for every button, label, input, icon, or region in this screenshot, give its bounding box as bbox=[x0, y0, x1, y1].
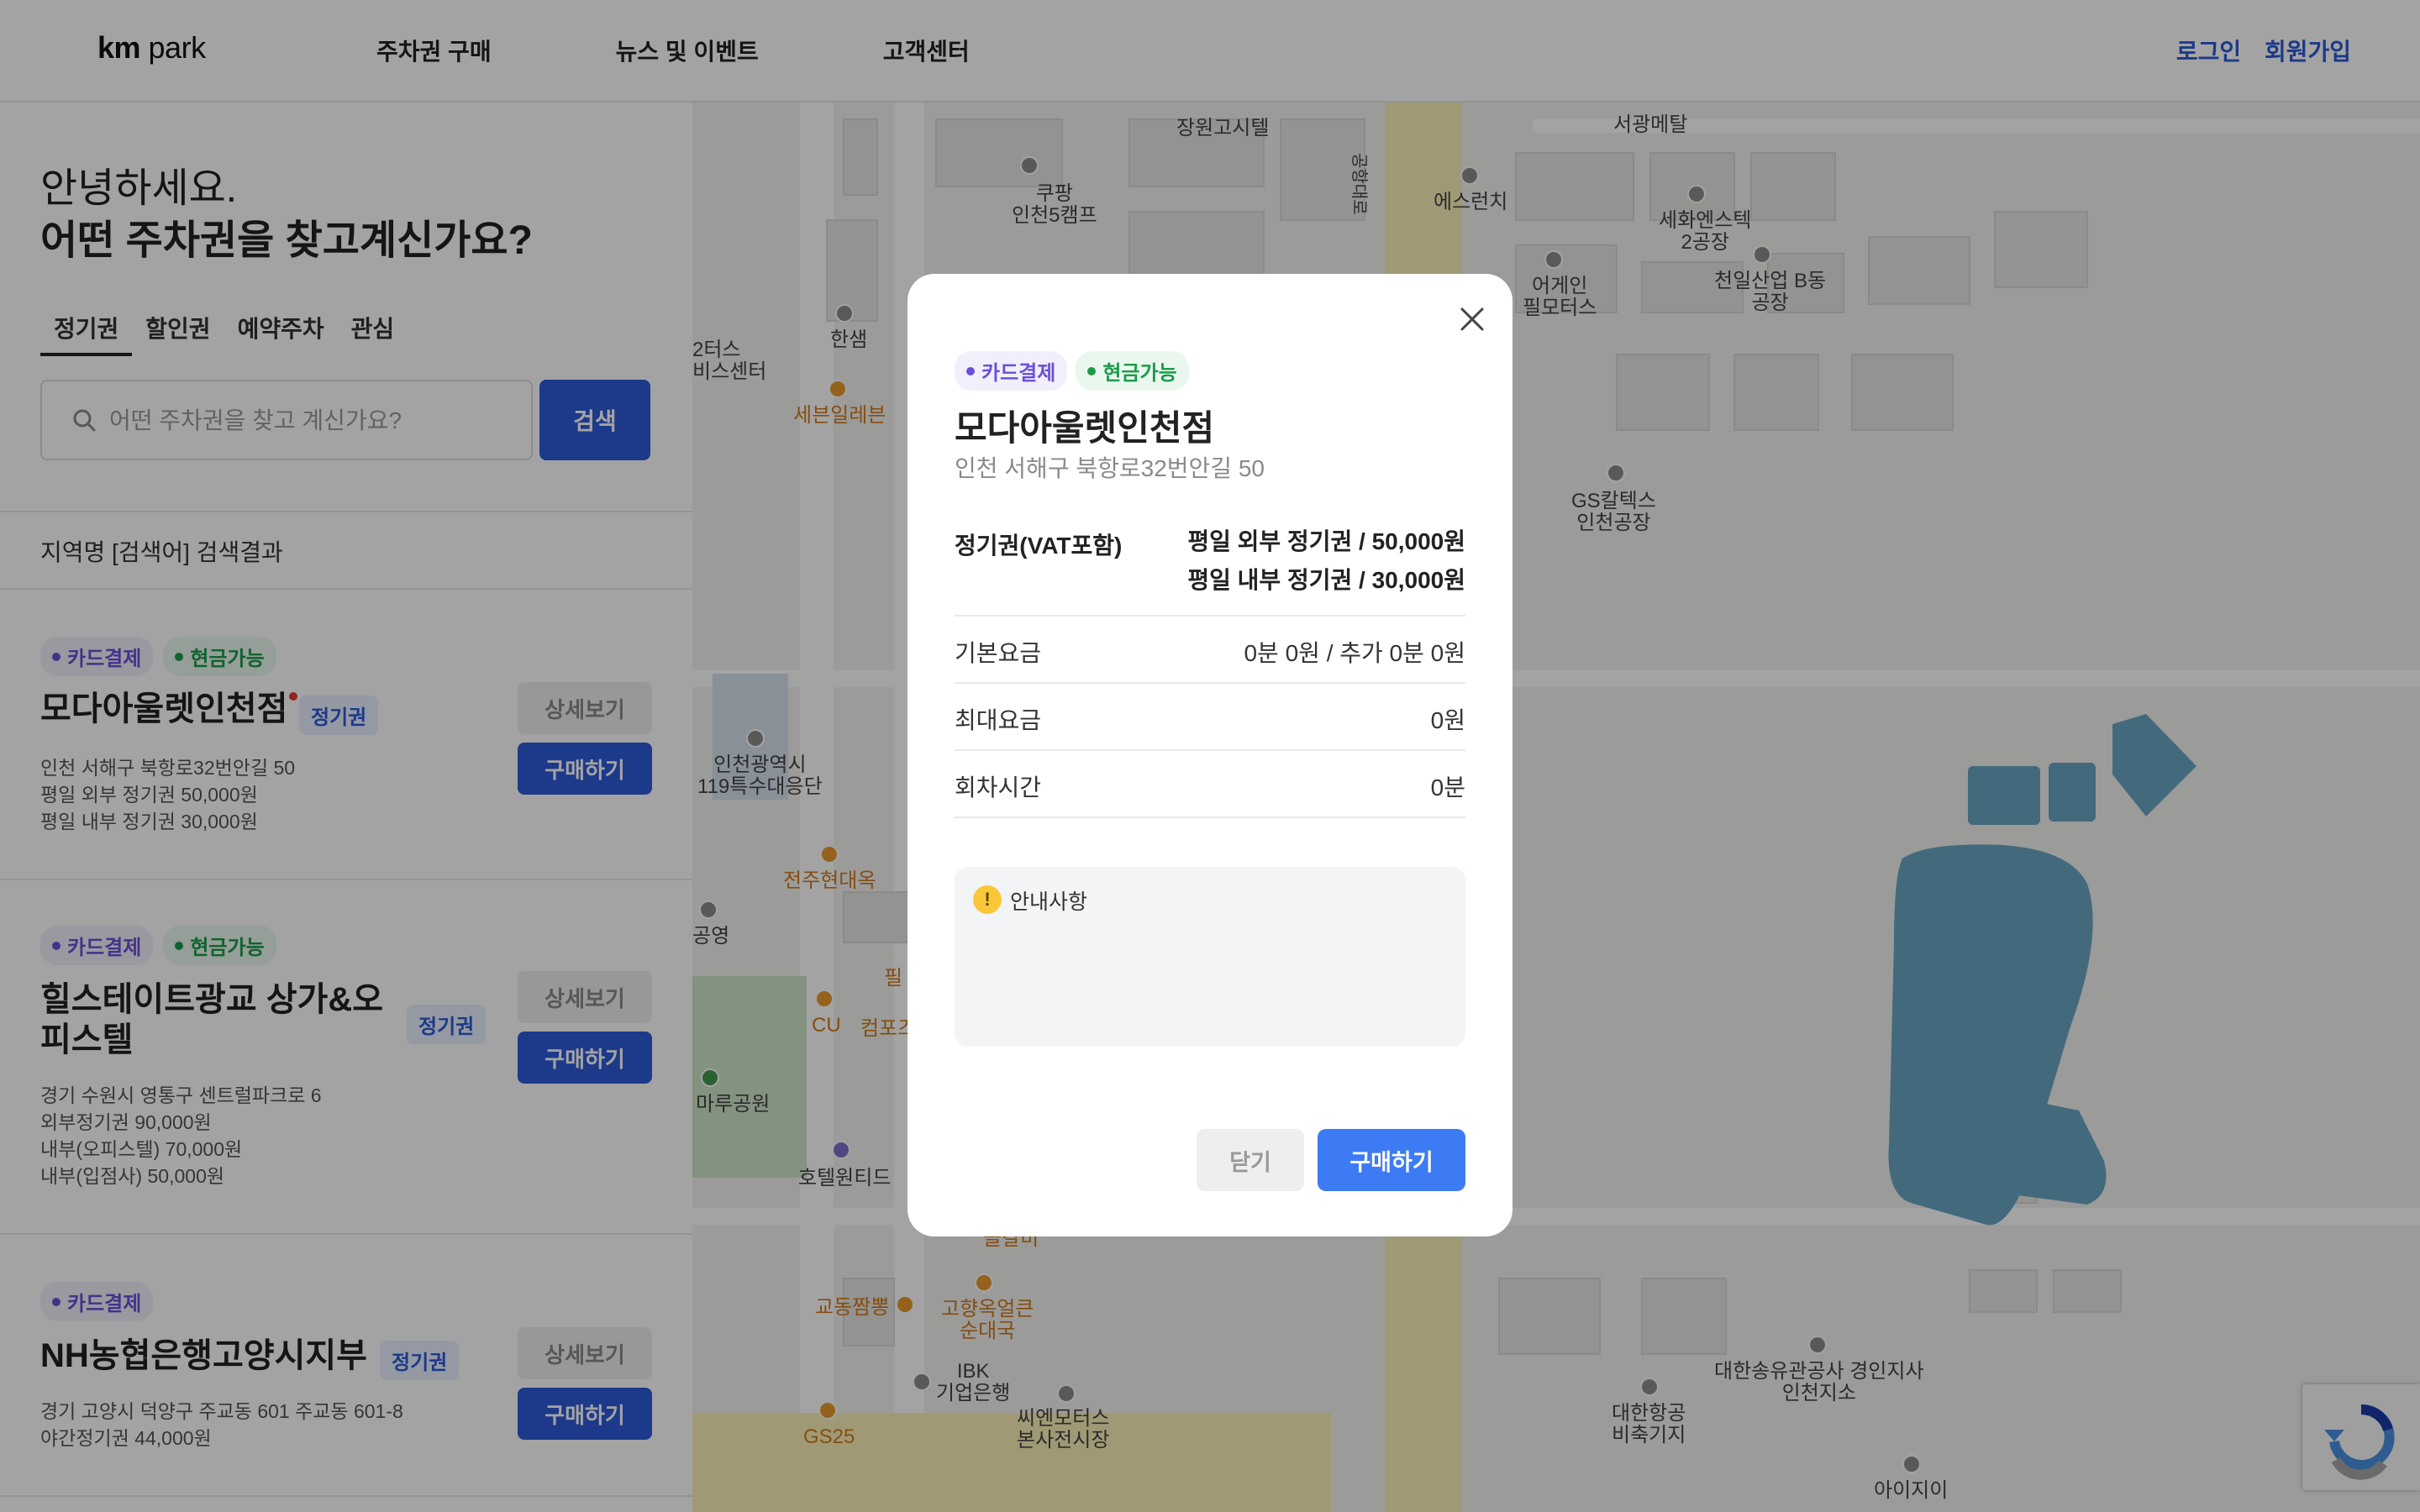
fee-row: 기본요금 0분 0원 / 추가 0분 0원 bbox=[955, 617, 1465, 684]
fee-value: 평일 외부 정기권 / 50,000원 평일 내부 정기권 / 30,000원 bbox=[1187, 528, 1465, 593]
buy-button[interactable]: 구매하기 bbox=[1318, 1129, 1465, 1191]
modal-address: 인천 서해구 북항로32번안길 50 bbox=[955, 455, 1265, 481]
fee-label: 최대요금 bbox=[955, 707, 1042, 733]
notice-title: 안내사항 bbox=[1010, 890, 1088, 914]
parking-detail-modal: 카드결제 현금가능 모다아울렛인천점 인천 서해구 북항로32번안길 50 정기… bbox=[908, 274, 1512, 1236]
payment-badges: 카드결제 현금가능 bbox=[955, 351, 1189, 391]
close-button[interactable]: 닫기 bbox=[1197, 1129, 1304, 1191]
modal-title: 모다아울렛인천점 bbox=[955, 408, 1215, 448]
fee-row-pass: 정기권(VAT포함) 평일 외부 정기권 / 50,000원 평일 내부 정기권… bbox=[955, 517, 1465, 617]
close-icon[interactable] bbox=[1454, 301, 1491, 338]
fee-row: 회차시간 0분 bbox=[955, 751, 1465, 818]
card-payment-badge: 카드결제 bbox=[955, 351, 1068, 391]
fee-label: 기본요금 bbox=[955, 640, 1042, 666]
warning-icon: ! bbox=[973, 885, 1002, 914]
fee-value: 0원 bbox=[1430, 707, 1465, 733]
fee-table: 정기권(VAT포함) 평일 외부 정기권 / 50,000원 평일 내부 정기권… bbox=[955, 517, 1465, 818]
fee-value: 0분 bbox=[1430, 774, 1465, 801]
fee-label: 회차시간 bbox=[955, 774, 1042, 801]
fee-label: 정기권(VAT포함) bbox=[955, 533, 1123, 559]
notice-box: ! 안내사항 bbox=[955, 867, 1465, 1047]
fee-row: 최대요금 0원 bbox=[955, 684, 1465, 751]
fee-value: 0분 0원 / 추가 0분 0원 bbox=[1244, 640, 1465, 666]
cash-badge: 현금가능 bbox=[1076, 351, 1189, 391]
